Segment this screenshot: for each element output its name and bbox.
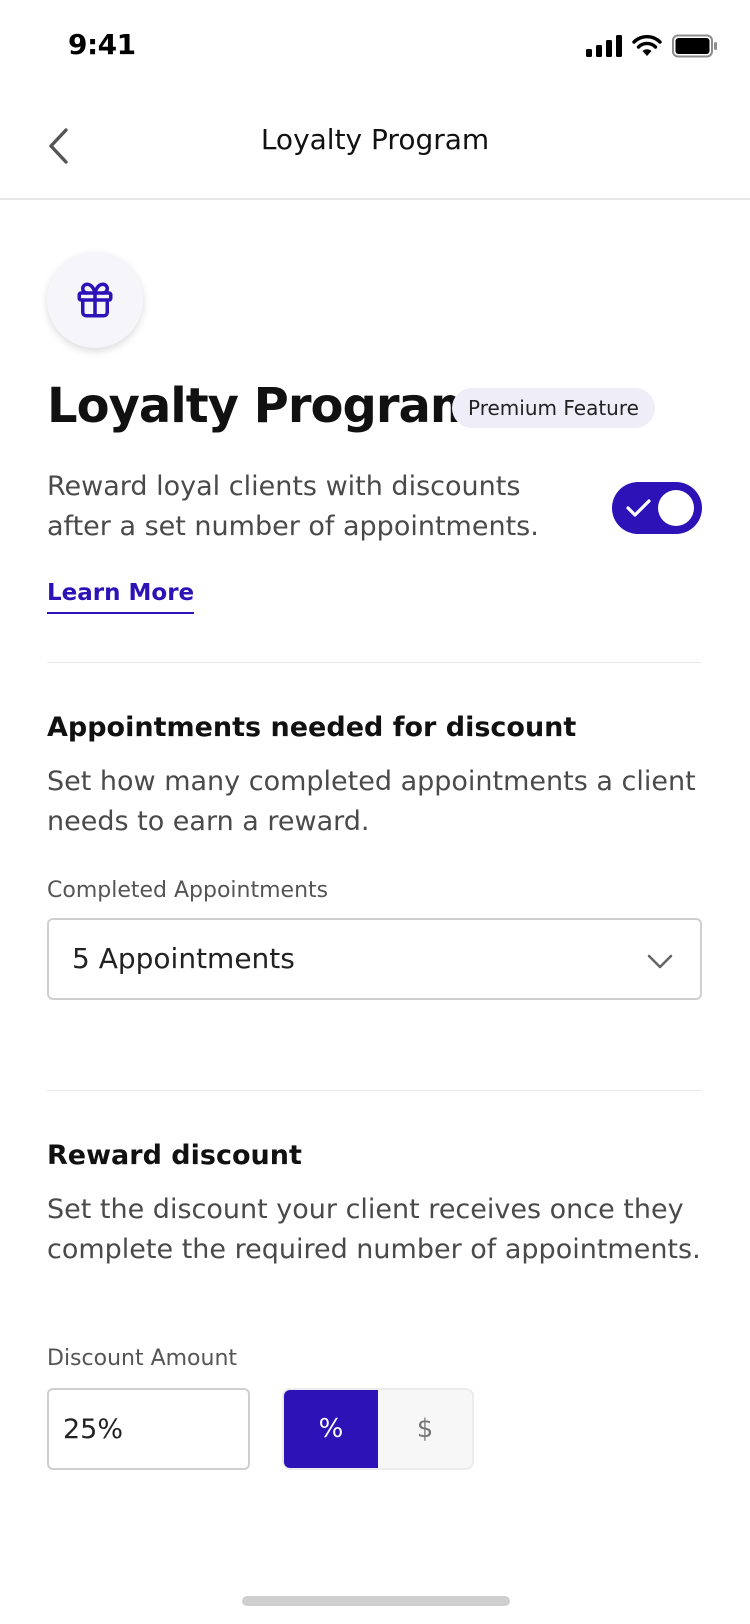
discount-unit-toggle: % $	[282, 1388, 474, 1470]
discount-amount-label: Discount Amount	[47, 1346, 238, 1371]
completed-appointments-select[interactable]: 5 Appointments	[47, 918, 702, 1000]
status-bar: 9:41	[0, 0, 750, 92]
chevron-down-icon	[647, 954, 673, 969]
divider	[47, 1090, 701, 1091]
select-value: 5 Appointments	[72, 942, 295, 975]
loyalty-toggle[interactable]	[612, 482, 702, 534]
premium-feature-badge: Premium Feature	[452, 388, 655, 428]
percent-option[interactable]: %	[284, 1390, 378, 1468]
reward-section-description: Set the discount your client receives on…	[47, 1194, 701, 1265]
gift-icon	[77, 282, 113, 318]
gift-badge	[47, 252, 143, 348]
status-icons	[586, 32, 718, 60]
navigation-bar: Loyalty Program	[0, 92, 750, 200]
dollar-option[interactable]: $	[378, 1390, 472, 1468]
reward-section-title: Reward discount	[47, 1140, 302, 1171]
nav-title: Loyalty Program	[260, 123, 490, 156]
loyalty-program-screen: 9:41 Loyalty Program Loyalty Program Pre…	[0, 0, 750, 1624]
check-icon	[626, 499, 651, 517]
appointments-section-description: Set how many completed appointments a cl…	[47, 766, 696, 837]
home-indicator	[242, 1596, 510, 1606]
completed-appointments-label: Completed Appointments	[47, 878, 329, 903]
status-time: 9:41	[68, 28, 136, 61]
learn-more-link[interactable]: Learn More	[47, 580, 195, 614]
signal-icon	[586, 35, 622, 57]
discount-amount-input[interactable]	[47, 1388, 250, 1470]
appointments-section-title: Appointments needed for discount	[47, 712, 577, 743]
page-title: Loyalty Program	[47, 378, 480, 434]
battery-icon	[672, 34, 717, 58]
toggle-knob	[658, 490, 694, 526]
wifi-icon	[632, 35, 662, 56]
loyalty-description: Reward loyal clients with discounts afte…	[47, 471, 539, 542]
divider	[47, 662, 701, 663]
